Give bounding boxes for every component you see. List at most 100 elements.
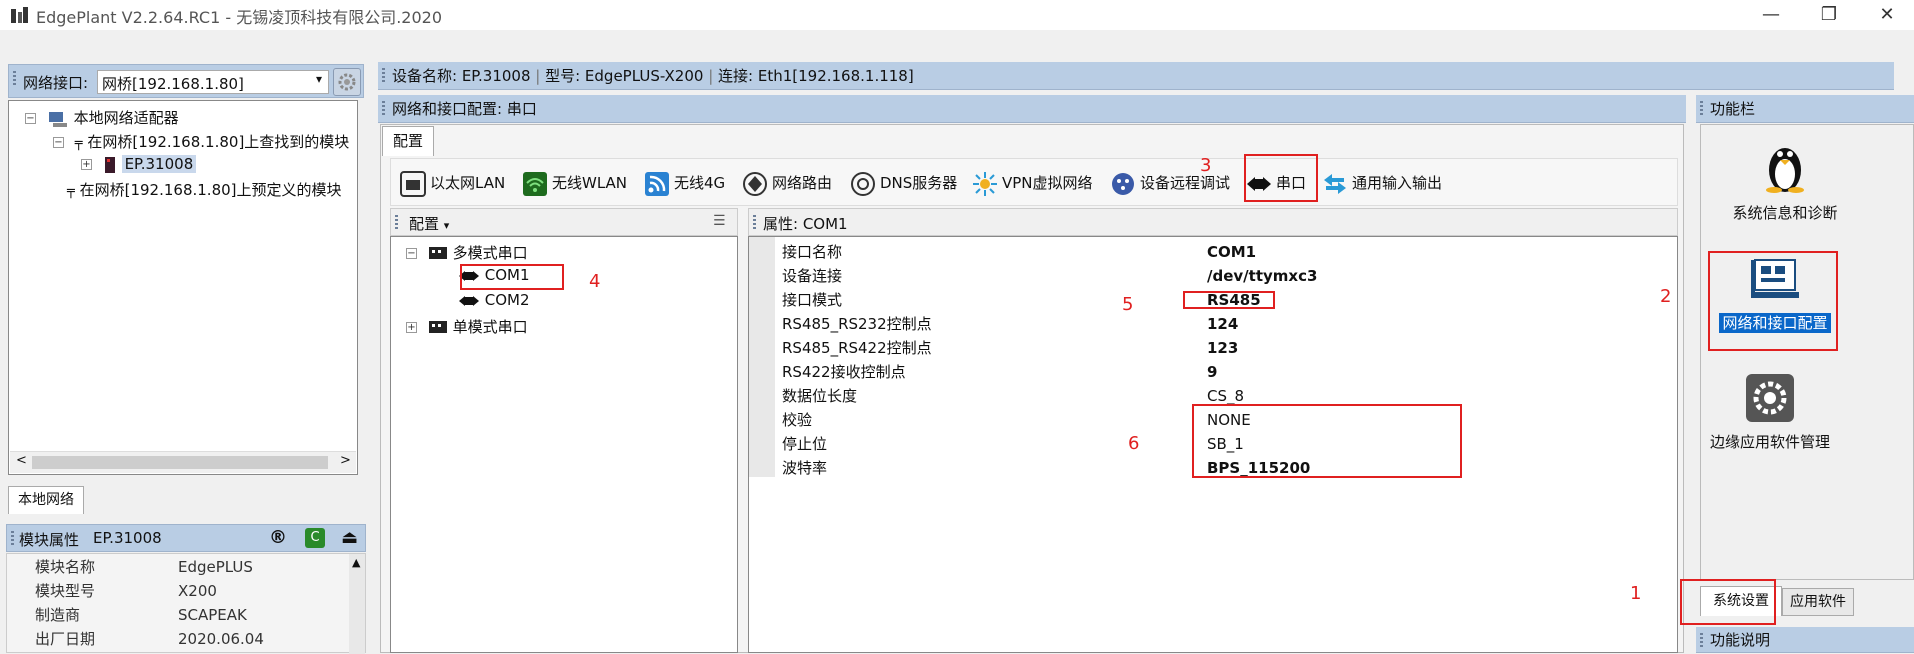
vpn-icon: [973, 171, 997, 196]
tree-device-node[interactable]: + EP.31008: [81, 155, 197, 174]
upload-icon[interactable]: ⏏: [341, 527, 358, 548]
module-prop-row: 制造商 SCAPEAK: [35, 606, 247, 624]
tree-found-node[interactable]: − ╤ 在网桥[192.168.1.80]上查找到的模块: [53, 131, 349, 152]
tab-network-route[interactable]: 网络路由: [742, 167, 832, 199]
annotation-1: 1: [1630, 583, 1642, 604]
tree-com2[interactable]: COM2: [458, 291, 530, 309]
annotation-3: 3: [1200, 155, 1212, 176]
signal-4g-icon: [645, 171, 669, 196]
window-title: EdgePlant V2.2.64.RC1 - 无锡凌顶科技有限公司.2020: [36, 8, 443, 27]
scroll-right-icon[interactable]: >: [340, 453, 351, 468]
adapter-tree: − 本地网络适配器 − ╤ 在网桥[192.168.1.80]上查找到的模块 +…: [8, 100, 358, 475]
module-prop-row: 模块型号 X200: [35, 582, 217, 600]
sysinfo-button[interactable]: 系统信息和诊断: [1710, 138, 1860, 234]
iface-select-value: 网桥[192.168.1.80]: [102, 75, 244, 93]
device-info-bar: 设备名称: EP.31008 | 型号: EdgePLUS-X200 | 连接:…: [378, 62, 1894, 90]
annotation-5: 5: [1122, 294, 1134, 315]
tab-general-io[interactable]: 通用输入输出: [1322, 167, 1442, 199]
section-title: 网络和接口配置: 串口: [392, 100, 537, 118]
function-bar-header: 功能栏: [1696, 95, 1914, 123]
expand-icon[interactable]: +: [81, 159, 92, 170]
highlight-serial-params: [1192, 404, 1462, 478]
tab-config[interactable]: 配置: [382, 126, 434, 156]
tab-local-network[interactable]: 本地网络: [8, 486, 84, 514]
tab-vpn[interactable]: VPN虚拟网络: [972, 167, 1093, 199]
iface-label: 网络接口:: [23, 74, 89, 92]
edge-app-button[interactable]: 边缘应用软件管理: [1710, 372, 1830, 482]
highlight-rs485: [1183, 291, 1275, 309]
config-tree: [390, 236, 738, 653]
tree-predefined-label: 在网桥[192.168.1.80]上预定义的模块: [79, 181, 342, 199]
scroll-left-icon[interactable]: <: [16, 453, 27, 468]
scroll-thumb[interactable]: [32, 456, 328, 469]
route-icon: [743, 171, 767, 196]
highlight-netcfg: [1708, 251, 1838, 351]
tree-predefined-node[interactable]: ╤ 在网桥[192.168.1.80]上预定义的模块: [67, 179, 342, 200]
module-prop-row: 出厂日期 2020.06.04: [35, 630, 264, 648]
app-logo-icon: [11, 7, 28, 23]
registered-icon[interactable]: ®: [269, 527, 287, 548]
tab-ethernet-lan[interactable]: 以太网LAN: [400, 167, 505, 199]
tree-hscrollbar[interactable]: < >: [10, 451, 356, 473]
chevron-down-icon: ▾: [315, 72, 322, 86]
section-title-bar: 网络和接口配置: 串口: [378, 95, 1686, 123]
tree-view-icon[interactable]: ☰: [713, 213, 726, 229]
module-header: 模块属性 EP.31008 ® C ⏏: [6, 524, 366, 552]
remote-debug-icon: [1112, 172, 1134, 195]
collapse-icon[interactable]: −: [53, 137, 64, 148]
maximize-button[interactable]: ❐: [1806, 2, 1852, 28]
prop-row-rs485-rs232-control[interactable]: RS485_RS232控制点 124: [750, 312, 1675, 336]
iface-bar: 网络接口: 网桥[192.168.1.80] ▾: [8, 64, 364, 98]
dns-icon: [851, 171, 875, 196]
tab-wireless-wlan[interactable]: 无线WLAN: [522, 167, 627, 199]
prop-row-interface-name[interactable]: 接口名称 COM1: [750, 240, 1675, 264]
prop-row-device-connection[interactable]: 设备连接/dev/ttymxc3: [750, 264, 1675, 288]
highlight-com1: [460, 264, 564, 290]
serial-group-icon: [428, 246, 447, 259]
tab-dns-server[interactable]: DNS服务器: [850, 167, 957, 199]
tab-remote-debug[interactable]: 设备远程调试: [1110, 167, 1230, 199]
tab-app-software[interactable]: 应用软件: [1782, 588, 1854, 616]
module-header-label: 模块属性: [19, 531, 80, 549]
highlight-serial-tab: [1244, 154, 1318, 202]
props-header: 属性: COM1: [748, 208, 1678, 236]
collapse-icon[interactable]: −: [406, 248, 417, 259]
serial-group-icon: [428, 320, 447, 333]
tree-device-label: EP.31008: [121, 155, 197, 173]
expand-icon[interactable]: +: [406, 322, 417, 333]
module-prop-row: 模块名称 EdgePLUS: [35, 558, 253, 576]
prop-row-rs485-rs422-control[interactable]: RS485_RS422控制点 123: [750, 336, 1675, 360]
tree-single-mode-serial[interactable]: + 单模式串口: [406, 316, 528, 337]
props-title: 属性: COM1: [763, 215, 848, 233]
device-connection: 连接: Eth1[192.168.1.118]: [718, 67, 914, 85]
tree-root-label: 本地网络适配器: [73, 109, 179, 127]
tab-wireless-4g[interactable]: 无线4G: [644, 167, 725, 199]
prop-row-rs422-receive-control[interactable]: RS422接收控制点 9: [750, 360, 1675, 384]
gear-icon: [338, 73, 356, 91]
wifi-icon: [523, 171, 547, 196]
device-model: 型号: EdgePLUS-X200: [545, 67, 704, 85]
minimize-button[interactable]: —: [1748, 2, 1794, 28]
module-header-value: EP.31008: [93, 529, 162, 547]
highlight-system-settings: [1680, 579, 1776, 625]
refresh-module-icon[interactable]: C: [305, 528, 325, 548]
refresh-button[interactable]: [333, 68, 361, 96]
device-name: 设备名称: EP.31008: [392, 67, 531, 85]
bridge-icon: ╤: [74, 136, 83, 151]
tree-multi-mode-serial[interactable]: − 多模式串口: [406, 242, 528, 263]
config-dropdown[interactable]: 配置 ▾: [409, 213, 449, 234]
iface-select[interactable]: 网桥[192.168.1.80] ▾: [97, 70, 329, 94]
gear-icon: [1746, 374, 1794, 422]
tree-found-label: 在网桥[192.168.1.80]上查找到的模块: [87, 133, 350, 151]
network-adapter-icon: [48, 111, 67, 127]
ethernet-icon: [400, 170, 426, 197]
close-button[interactable]: ✕: [1864, 2, 1910, 28]
chevron-down-icon: ▾: [443, 219, 450, 232]
io-arrows-icon: [1324, 173, 1346, 194]
tree-root[interactable]: − 本地网络适配器: [25, 107, 179, 128]
annotation-4: 4: [589, 271, 601, 292]
collapse-icon[interactable]: −: [25, 113, 36, 124]
annotation-6: 6: [1128, 433, 1140, 454]
bridge-icon: ╤: [67, 184, 75, 199]
serial-port-icon: [459, 295, 479, 306]
